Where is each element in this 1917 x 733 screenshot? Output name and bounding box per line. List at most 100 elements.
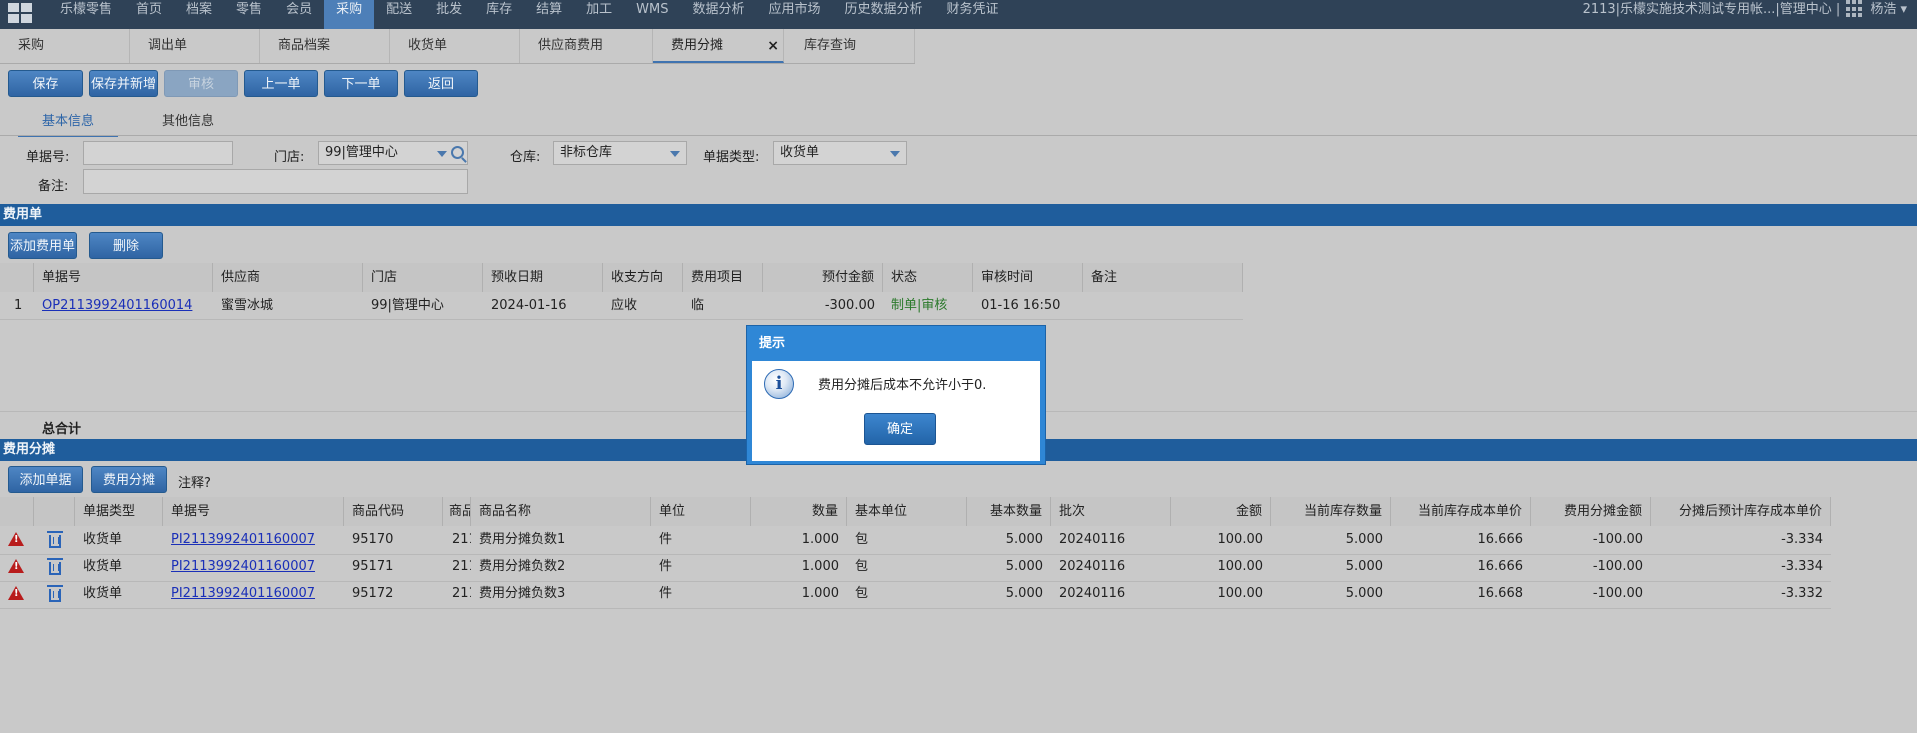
alloc-doc-link[interactable]: PI2113992401160007: [163, 581, 344, 607]
add-fee-button[interactable]: 添加费用单: [8, 232, 77, 259]
menu-item-wholesale[interactable]: 批发: [424, 0, 474, 29]
back-button[interactable]: 返回: [404, 70, 478, 97]
warning-icon[interactable]: !: [8, 586, 24, 600]
fee-doc-link[interactable]: OP2113992401160014: [34, 293, 213, 319]
menu-item-distribution[interactable]: 配送: [374, 0, 424, 29]
doc-no-label: 单据号:: [26, 150, 70, 165]
menu-item-member[interactable]: 会员: [274, 0, 324, 29]
alloc-base-unit: 包: [855, 559, 869, 574]
menu-item-data-analysis[interactable]: 数据分析: [681, 0, 757, 29]
alloc-base-qty: 5.000: [1005, 532, 1043, 547]
alloc-barcode: 211: [452, 559, 471, 574]
menu-item-brand[interactable]: 乐檬零售: [48, 0, 124, 29]
chevron-down-icon[interactable]: [437, 151, 447, 157]
menu-item-retail[interactable]: 零售: [224, 0, 274, 29]
row-index: 1: [14, 298, 23, 313]
remark-input[interactable]: [83, 169, 468, 194]
add-document-button[interactable]: 添加单据: [8, 466, 83, 493]
dialog-message: 费用分摊后成本不允许小于0.: [818, 378, 987, 393]
trash-icon[interactable]: [47, 585, 63, 602]
alloc-doc-link-text[interactable]: PI2113992401160007: [171, 586, 315, 601]
fee-col-amount: 预付金额: [763, 263, 883, 292]
alloc-code: 95170: [352, 532, 394, 547]
remark-label: 备注:: [38, 179, 69, 194]
alloc-doc-link-text[interactable]: PI2113992401160007: [171, 532, 315, 547]
audit-button[interactable]: 审核: [164, 70, 238, 97]
doc-no-input[interactable]: [83, 141, 233, 165]
tab-purchase[interactable]: 采购: [0, 29, 130, 63]
subtab-basic-info[interactable]: 基本信息: [18, 111, 118, 137]
fee-date: 2024-01-16: [491, 298, 567, 313]
fee-allocate-button[interactable]: 费用分摊: [91, 466, 167, 493]
account-info[interactable]: 2113|乐檬实施技术测试专用帐...|管理中心 |: [1583, 0, 1841, 20]
fee-col-supplier: 供应商: [213, 263, 363, 292]
close-tab-icon[interactable]: ×: [767, 29, 779, 63]
menu-item-settlement[interactable]: 结算: [524, 0, 574, 29]
alloc-barcode: 211: [452, 532, 471, 547]
menu-item-app-market[interactable]: 应用市场: [757, 0, 833, 29]
menu-item-processing[interactable]: 加工: [574, 0, 624, 29]
alloc-col-barcode: 商品: [443, 497, 471, 526]
tab-transfer-out[interactable]: 调出单: [130, 29, 260, 63]
warehouse-select[interactable]: 非标仓库: [553, 141, 687, 165]
fee-col-remark: 备注: [1083, 263, 1243, 292]
dialog-title: 提示: [759, 336, 786, 351]
alloc-stock-cost: 16.668: [1477, 586, 1524, 601]
alloc-batch: 20240116: [1059, 532, 1126, 547]
doc-type-value: 收货单: [780, 145, 820, 160]
alloc-doc-link[interactable]: PI2113992401160007: [163, 527, 344, 553]
alloc-code: 95171: [352, 559, 394, 574]
fee-supplier: 蜜雪冰城: [221, 298, 274, 313]
alloc-qty: 1.000: [801, 532, 839, 547]
alloc-col-doc-no: 单据号: [163, 497, 344, 526]
menu-item-finance-voucher[interactable]: 财务凭证: [935, 0, 1011, 29]
doc-type-select[interactable]: 收货单: [773, 141, 907, 165]
warning-icon[interactable]: !: [8, 559, 24, 573]
menu-item-history-analysis[interactable]: 历史数据分析: [833, 0, 935, 29]
tab-inventory-query[interactable]: 库存查询: [784, 29, 915, 63]
delete-fee-button[interactable]: 删除: [89, 232, 163, 259]
trash-icon[interactable]: [47, 531, 63, 548]
app-grid-icon[interactable]: [8, 3, 34, 25]
fee-audit-time: 01-16 16:50: [981, 298, 1061, 313]
dialog-body: i 费用分摊后成本不允许小于0. 确定: [752, 361, 1040, 461]
menu-item-archive[interactable]: 档案: [174, 0, 224, 29]
fee-item: 临: [691, 298, 705, 313]
note-label[interactable]: 注释?: [178, 472, 211, 491]
menu-item-wms[interactable]: WMS: [624, 0, 680, 29]
search-icon[interactable]: [451, 146, 464, 159]
alloc-name: 费用分摊负数3: [479, 586, 566, 601]
ok-button[interactable]: 确定: [864, 413, 936, 445]
trash-icon[interactable]: [47, 558, 63, 575]
alloc-doc-link-text[interactable]: PI2113992401160007: [171, 559, 315, 574]
alloc-col-code: 商品代码: [344, 497, 443, 526]
chevron-down-icon[interactable]: [890, 151, 900, 157]
menu-item-home[interactable]: 首页: [124, 0, 174, 29]
warning-icon[interactable]: !: [8, 532, 24, 546]
apps-grid-icon[interactable]: [1846, 0, 1864, 18]
tab-fee-allocation[interactable]: 费用分摊 ×: [653, 29, 784, 63]
fee-remark: [1083, 293, 1243, 319]
save-and-new-button[interactable]: 保存并新增: [89, 70, 158, 97]
menu-item-purchase[interactable]: 采购: [324, 0, 375, 29]
fee-doc-link-text[interactable]: OP2113992401160014: [42, 298, 192, 313]
tab-product-archive[interactable]: 商品档案: [260, 29, 390, 63]
subtab-other-info[interactable]: 其他信息: [138, 111, 238, 135]
save-button[interactable]: 保存: [8, 70, 83, 97]
alloc-stock-qty: 5.000: [1345, 586, 1383, 601]
tab-receipt[interactable]: 收货单: [390, 29, 520, 63]
user-menu[interactable]: 杨浩 ▾: [1870, 0, 1907, 20]
tab-supplier-fee[interactable]: 供应商费用: [520, 29, 653, 63]
next-button[interactable]: 下一单: [324, 70, 398, 97]
previous-button[interactable]: 上一单: [244, 70, 318, 97]
alloc-after-cost: -3.334: [1781, 532, 1823, 547]
menu-item-inventory[interactable]: 库存: [474, 0, 524, 29]
fee-amount: -300.00: [824, 298, 875, 313]
alloc-stock-cost: 16.666: [1477, 559, 1524, 574]
fee-col-date: 预收日期: [483, 263, 603, 292]
store-select[interactable]: 99|管理中心: [318, 141, 468, 165]
alloc-batch: 20240116: [1059, 559, 1126, 574]
alloc-doc-link[interactable]: PI2113992401160007: [163, 554, 344, 580]
alloc-col-delete: [34, 497, 75, 526]
chevron-down-icon[interactable]: [670, 151, 680, 157]
